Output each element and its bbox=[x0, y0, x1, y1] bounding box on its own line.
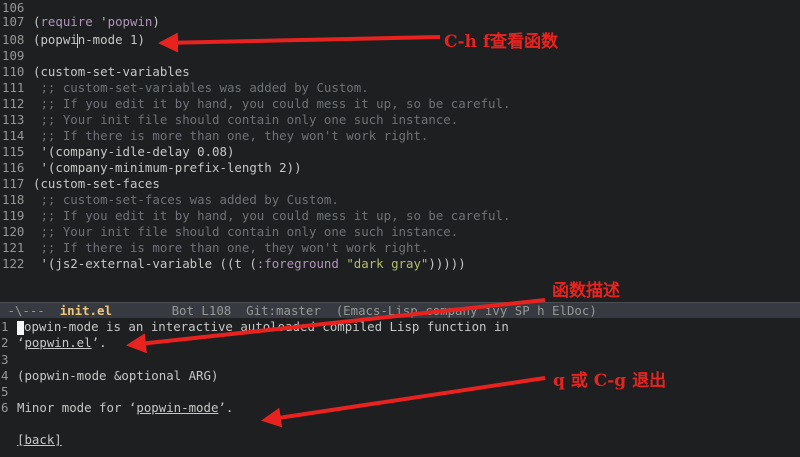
buffer-name[interactable]: init.el bbox=[60, 303, 112, 318]
help-line: 1 opwin-mode is an interactive autoloaded… bbox=[1, 319, 509, 335]
annotation-function-description: 函数描述 bbox=[552, 281, 620, 301]
comment: ;; Your init file should contain only on… bbox=[33, 224, 459, 239]
code-line[interactable]: 113 ;; Your init file should contain onl… bbox=[0, 112, 458, 128]
keyword: require bbox=[40, 14, 93, 29]
comment: ;; If there is more than one, they won't… bbox=[33, 128, 429, 143]
line-number: 115 bbox=[2, 144, 25, 159]
code-line[interactable]: 112 ;; If you edit it by hand, you could… bbox=[0, 96, 510, 112]
line-number: 2 bbox=[1, 335, 9, 350]
annotation-c-h-f: C-h f查看函数 bbox=[444, 32, 559, 52]
line-number: 4 bbox=[1, 368, 9, 383]
help-line: 2 ‘popwin.el’. bbox=[1, 335, 107, 350]
code-line[interactable]: 114 ;; If there is more than one, they w… bbox=[0, 128, 428, 144]
comment: ;; If there is more than one, they won't… bbox=[33, 240, 429, 255]
line-number: 120 bbox=[2, 224, 25, 239]
line-number: 5 bbox=[1, 384, 9, 399]
comment: ;; If you edit it by hand, you could mes… bbox=[33, 96, 511, 111]
help-line: 5 bbox=[0, 384, 17, 400]
popwin-el-link[interactable]: popwin.el bbox=[24, 335, 91, 350]
line-number: 114 bbox=[2, 128, 25, 143]
annotation-quit: q 或 C-g 退出 bbox=[553, 371, 667, 391]
code-line[interactable]: 118 ;; custom-set-faces was added by Cus… bbox=[0, 192, 339, 208]
keyword: :foreground bbox=[256, 256, 339, 271]
code-line[interactable]: 110 (custom-set-variables bbox=[0, 64, 190, 80]
line-number: 109 bbox=[2, 48, 25, 63]
help-line: 3 bbox=[0, 352, 17, 368]
comment: ;; custom-set-variables was added by Cus… bbox=[33, 80, 369, 95]
line-number: 113 bbox=[2, 112, 25, 127]
line-number: 122 bbox=[2, 256, 25, 271]
help-line: [back] bbox=[0, 432, 62, 448]
comment: ;; custom-set-faces was added by Custom. bbox=[33, 192, 339, 207]
line-number: 6 bbox=[1, 400, 9, 415]
help-window[interactable]: 1 opwin-mode is an interactive autoloaded… bbox=[0, 318, 800, 457]
back-button[interactable]: [back] bbox=[17, 432, 62, 447]
code-line[interactable]: 122 '(js2-external-variable ((t (:foregr… bbox=[0, 256, 466, 272]
code-line[interactable]: 119 ;; If you edit it by hand, you could… bbox=[0, 208, 510, 224]
mode-line-info: Bot L108 Git:master (Emacs-Lisp company … bbox=[111, 303, 597, 318]
code-line[interactable]: 107 (require 'popwin) bbox=[0, 14, 160, 30]
comment: ;; If you edit it by hand, you could mes… bbox=[33, 208, 511, 223]
function-signature: (popwin-mode &optional ARG) bbox=[17, 368, 219, 383]
line-number: 110 bbox=[2, 64, 25, 79]
mode-line: -\--- init.el Bot L108 Git:master (Emacs… bbox=[0, 302, 800, 319]
line-number: 107 bbox=[2, 14, 25, 29]
code-line-current[interactable]: 108 (popwin-mode 1) bbox=[0, 32, 145, 48]
mode-line-prefix: -\--- bbox=[0, 303, 60, 318]
code-line[interactable]: 120 ;; Your init file should contain onl… bbox=[0, 224, 458, 240]
line-number: 111 bbox=[2, 80, 25, 95]
editor-window[interactable]: 106 107 (require 'popwin) 108 (popwin-mode… bbox=[0, 0, 800, 297]
comment: ;; Your init file should contain only on… bbox=[33, 112, 459, 127]
code-line[interactable]: 116 '(company-minimum-prefix-length 2)) bbox=[0, 160, 302, 176]
line-number: 108 bbox=[2, 32, 25, 47]
text-cursor bbox=[17, 320, 24, 335]
line-number: 119 bbox=[2, 208, 25, 223]
popwin-mode-link[interactable]: popwin-mode bbox=[136, 400, 218, 415]
line-number: 112 bbox=[2, 96, 25, 111]
line-number: 1 bbox=[1, 319, 9, 334]
line-number: 121 bbox=[2, 240, 25, 255]
code-line[interactable]: 109 bbox=[0, 48, 33, 64]
line-number: 116 bbox=[2, 160, 25, 175]
symbol: popwin bbox=[107, 14, 153, 29]
string-literal: "dark gray" bbox=[346, 256, 429, 271]
line-number: 118 bbox=[2, 192, 25, 207]
help-line: 6 Minor mode for ‘popwin-mode’. bbox=[1, 400, 234, 415]
line-number: 3 bbox=[1, 352, 9, 367]
line-number: 117 bbox=[2, 176, 25, 191]
code-line[interactable]: 111 ;; custom-set-variables was added by… bbox=[0, 80, 369, 96]
code-line[interactable]: 115 '(company-idle-delay 0.08) bbox=[0, 144, 234, 160]
code-line[interactable]: 117 (custom-set-faces bbox=[0, 176, 160, 192]
code-line[interactable]: 121 ;; If there is more than one, they w… bbox=[0, 240, 428, 256]
help-line: 4 (popwin-mode &optional ARG) bbox=[0, 368, 218, 384]
